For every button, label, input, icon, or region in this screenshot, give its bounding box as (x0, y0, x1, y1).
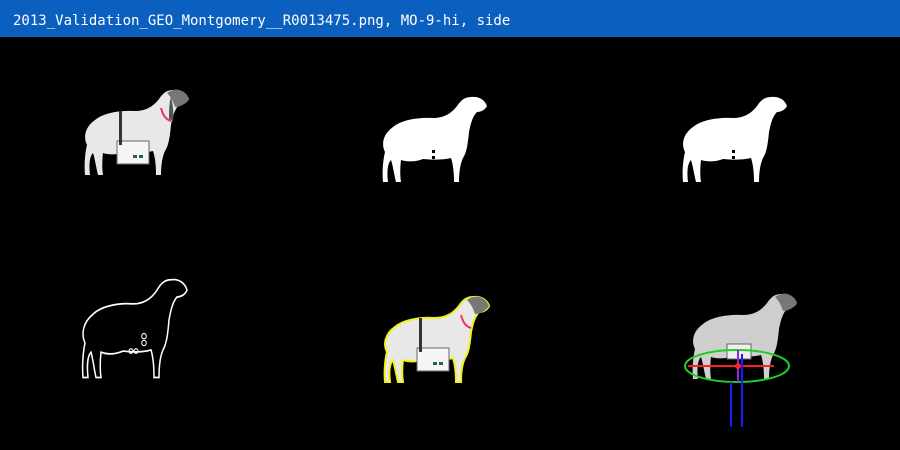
ellipse-fit-icon (684, 293, 797, 427)
panel-ellipse-fit (600, 244, 900, 450)
panel-original-image (0, 37, 300, 243)
panel-overlay-outline (300, 244, 600, 450)
window-title: 2013_Validation_GEO_Montgomery__R0013475… (13, 13, 511, 29)
goat-mask-icon (682, 96, 787, 182)
goat-mask-icon (382, 96, 487, 182)
panel-binary-mask (300, 37, 600, 243)
window-titlebar: 2013_Validation_GEO_Montgomery__R0013475… (0, 0, 900, 37)
panel-contour (0, 244, 300, 450)
goat-overlay-icon (383, 295, 490, 383)
goat-photo-icon (84, 89, 189, 175)
goat-outline-icon (81, 278, 188, 379)
panel-filled-mask (600, 37, 900, 243)
